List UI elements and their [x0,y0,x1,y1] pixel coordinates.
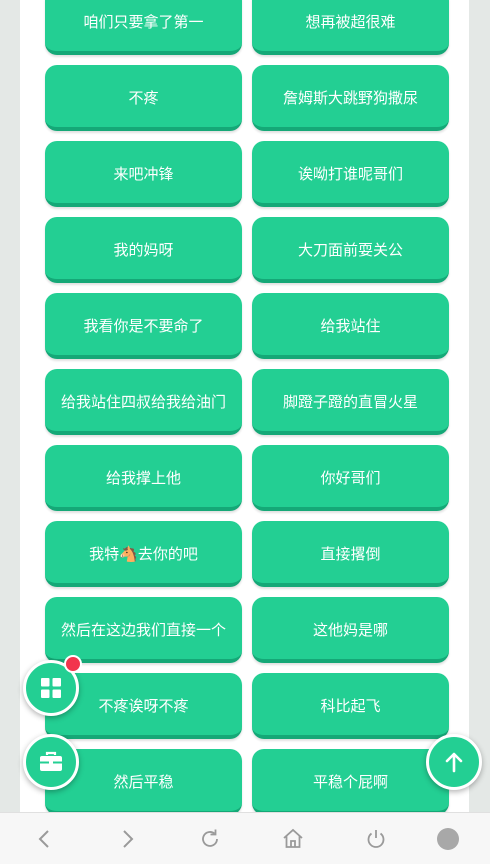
refresh-icon [202,829,218,847]
sound-button-label: 直接撂倒 [320,544,381,563]
sound-button-label: 我的妈呀 [113,240,174,259]
sound-button-3[interactable]: 不疼 [45,65,242,131]
sound-button-label: 你好哥们 [320,468,381,487]
power-button[interactable] [351,813,401,864]
sound-button-15[interactable]: 我特🐴去你的吧 [45,521,242,587]
refresh-button[interactable] [185,813,235,864]
sound-button-label: 这他妈是哪 [312,620,388,639]
sound-button-4[interactable]: 詹姆斯大跳野狗撒尿 [252,65,449,131]
sound-button-label: 诶呦打谁呢哥们 [297,164,403,183]
sound-button-16[interactable]: 直接撂倒 [252,521,449,587]
forward-button[interactable] [102,813,152,864]
arrow-up-icon [445,752,463,773]
sound-button-label: 想再被超很难 [305,12,396,31]
sound-button-label: 脚蹬子蹬的直冒火星 [282,392,418,411]
sound-button-label: 然后在这边我们直接一个 [60,620,226,639]
sound-button-label: 我特🐴去你的吧 [89,544,198,563]
sound-button-1[interactable]: 咱们只要拿了第一 [45,0,242,55]
sound-button-label: 来吧冲锋 [113,164,174,183]
sound-button-label: 詹姆斯大跳野狗撒尿 [282,88,418,107]
notification-badge [64,655,82,673]
power-icon [367,829,385,848]
grid-icon [41,678,61,698]
sound-button-11[interactable]: 给我站住四叔给我给油门 [45,369,242,435]
sound-button-13[interactable]: 给我撑上他 [45,445,242,511]
sound-button-label: 不疼 [128,88,159,107]
sound-button-label: 科比起飞 [320,696,381,715]
sound-button-10[interactable]: 给我站住 [252,293,449,359]
sound-button-label: 给我撑上他 [105,468,181,487]
sound-button-label: 我看你是不要命了 [83,316,204,335]
forward-icon [123,829,134,848]
sound-button-8[interactable]: 大刀面前耍关公 [252,217,449,283]
profile-button[interactable] [423,813,473,864]
sound-button-18[interactable]: 这他妈是哪 [252,597,449,663]
sound-button-6[interactable]: 诶呦打谁呢哥们 [252,141,449,207]
toolbox-fab[interactable] [23,734,79,790]
back-button[interactable] [20,813,70,864]
back-icon [38,829,49,848]
scroll-to-top-button[interactable] [426,734,482,790]
sound-button-9[interactable]: 我看你是不要命了 [45,293,242,359]
profile-icon [437,827,459,850]
sound-button-label: 大刀面前耍关公 [297,240,403,259]
sound-button-label: 然后平稳 [113,772,174,791]
sound-button-14[interactable]: 你好哥们 [252,445,449,511]
browser-nav-bar [0,812,490,864]
sound-button-20[interactable]: 科比起飞 [252,673,449,739]
sound-button-7[interactable]: 我的妈呀 [45,217,242,283]
sound-button-2[interactable]: 想再被超很难 [252,0,449,55]
sound-button-label: 给我站住四叔给我给油门 [60,392,226,411]
briefcase-icon [40,751,62,771]
content-panel: 咱们只要拿了第一 想再被超很难不疼 詹姆斯大跳野狗撒尿来吧冲锋 诶呦打谁呢哥们我的妈呀… [20,0,469,812]
sound-button-17[interactable]: 然后在这边我们直接一个 [45,597,242,663]
sound-button-label: 给我站住 [320,316,381,335]
home-icon [283,828,303,848]
sound-button-grid: 咱们只要拿了第一 想再被超很难不疼 詹姆斯大跳野狗撒尿来吧冲锋 诶呦打谁呢哥们我的妈呀… [45,0,449,812]
sound-button-12[interactable]: 脚蹬子蹬的直冒火星 [252,369,449,435]
sound-button-label: 咱们只要拿了第一 [83,12,204,31]
home-button[interactable] [268,813,318,864]
sound-button-label: 平稳个屁啊 [312,772,388,791]
sound-button-5[interactable]: 来吧冲锋 [45,141,242,207]
sound-button-label: 不疼诶呀不疼 [98,696,189,715]
sound-button-22[interactable]: 平稳个屁啊 [252,749,449,812]
